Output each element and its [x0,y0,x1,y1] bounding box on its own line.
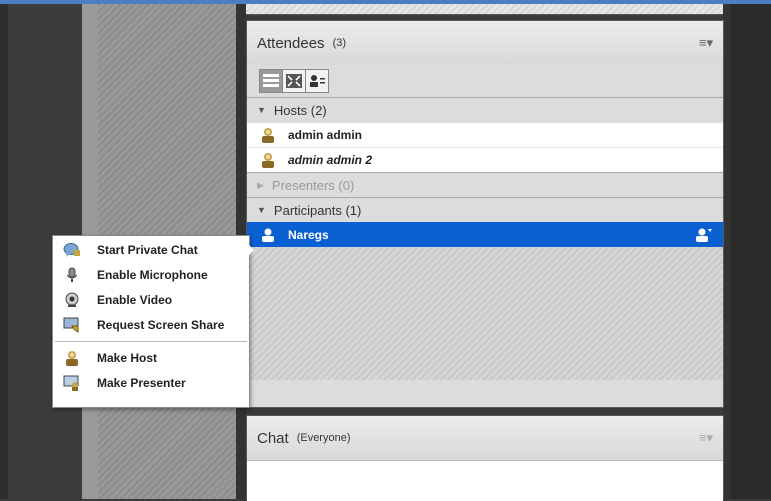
group-label: Presenters (0) [271,177,355,193]
pod-options-menu-icon[interactable]: ≡▾ [699,430,713,446]
grid-view-button[interactable] [283,70,306,92]
attendee-name: Naregs [288,228,329,242]
attendee-name: admin admin 2 [288,153,373,167]
expand-triangle-icon: ▼ [257,205,266,215]
menu-item-label: Request Screen Share [97,317,225,332]
chat-scope: (Everyone) [296,432,351,444]
attendee-row-selected[interactable]: Naregs [247,222,723,247]
chat-messages-area [247,460,723,501]
menu-separator [55,341,247,342]
menu-item-label: Enable Video [97,292,173,307]
microphone-icon [66,267,78,282]
host-icon [262,153,274,168]
previous-pod-edge [246,4,723,15]
attendee-row[interactable]: admin admin 2 [247,147,723,172]
person-list-icon [310,75,325,87]
group-header-presenters[interactable]: ▶ Presenters (0) [247,172,723,197]
right-gutter [723,4,730,499]
screen-share-icon [63,317,79,333]
collapse-triangle-icon: ▶ [257,179,264,190]
menu-item-make-presenter[interactable]: Make Presenter [53,370,249,395]
menu-item-start-private-chat[interactable]: Start Private Chat [53,237,249,262]
pod-options-menu-icon[interactable]: ≡▾ [699,35,713,51]
list-view-icon [263,74,279,87]
expand-view-icon [286,74,302,88]
expand-triangle-icon: ▼ [257,105,266,115]
host-icon [66,350,78,366]
chat-title: Chat [257,429,289,447]
menu-item-label: Make Host [97,350,158,365]
menu-item-make-host[interactable]: Make Host [53,345,249,370]
menu-item-enable-video[interactable]: Enable Video [53,287,249,312]
group-label: Participants (1) [273,202,362,218]
group-header-hosts[interactable]: ▼ Hosts (2) [247,97,723,122]
menu-item-enable-microphone[interactable]: Enable Microphone [53,262,249,287]
attendee-list: ▼ Hosts (2) admin admin admin admin 2 ▶ … [247,97,723,380]
webcam-icon [65,292,79,307]
group-label: Hosts (2) [273,102,327,118]
status-view-button[interactable] [306,70,328,92]
list-view-button[interactable] [260,70,283,92]
menu-item-label: Start Private Chat [97,242,198,257]
group-header-participants[interactable]: ▼ Participants (1) [247,197,723,222]
private-chat-icon [63,242,80,257]
attendees-pod-header: Attendees (3) ≡▾ [247,21,723,65]
attendees-count: (3) [332,37,347,49]
empty-list-area [247,247,723,380]
attendees-title: Attendees [257,34,325,52]
host-icon [262,128,274,143]
attendees-pod: Attendees (3) ≡▾ ▼ Hosts (2) admin admin… [246,20,724,408]
menu-item-label: Enable Microphone [97,267,208,282]
menu-item-label: Make Presenter [97,375,186,390]
right-panel [730,4,771,499]
attendee-view-toolbar [247,65,723,97]
attendee-options-icon[interactable] [695,227,713,243]
chat-pod: Chat (Everyone) ≡▾ [246,415,724,501]
left-edge [0,4,8,499]
chat-pod-header: Chat (Everyone) ≡▾ [247,416,723,460]
participant-icon [262,228,274,242]
presenter-icon [63,375,79,391]
attendee-context-menu: Start Private Chat Enable Microphone Ena… [52,235,250,408]
context-menu-pointer [247,243,254,257]
attendee-row[interactable]: admin admin [247,122,723,147]
attendee-name: admin admin [288,128,363,142]
menu-item-request-screen-share[interactable]: Request Screen Share [53,312,249,337]
view-switcher [259,69,329,93]
